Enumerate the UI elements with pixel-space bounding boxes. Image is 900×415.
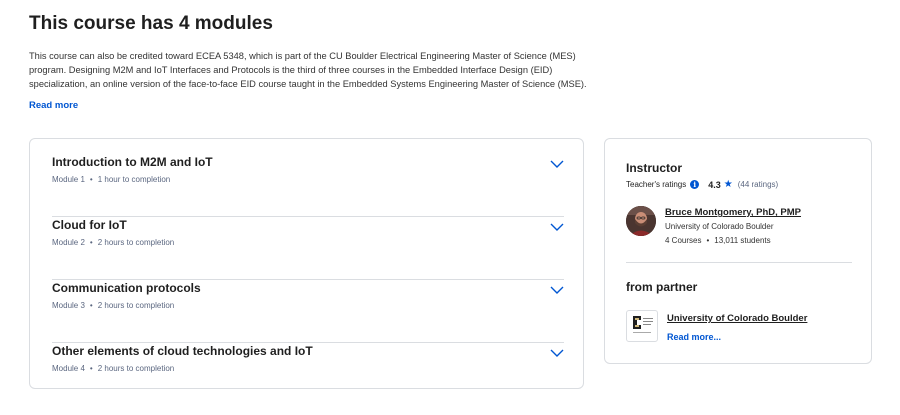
instructor-avatar[interactable] <box>626 206 656 236</box>
module-item-1[interactable]: Introduction to M2M and IoT Module 1 • 1 h… <box>52 155 564 217</box>
partner-logo[interactable] <box>626 310 658 342</box>
module-title: Introduction to M2M and IoT <box>52 155 213 169</box>
instructor-card: Instructor Teacher's ratings i 4.3 ★ (44… <box>604 138 872 364</box>
rating-value: 4.3 <box>708 179 721 190</box>
divider <box>626 262 852 263</box>
instructor-courses: 4 Courses <box>665 236 702 245</box>
module-number: Module 1 <box>52 175 85 184</box>
module-meta: Module 4 • 2 hours to completion <box>52 364 174 373</box>
university-logo-icon <box>633 316 653 333</box>
meta-separator: • <box>89 364 93 373</box>
partner-name-link[interactable]: University of Colorado Boulder <box>667 313 807 324</box>
meta-separator: • <box>89 238 93 247</box>
star-icon: ★ <box>723 179 733 190</box>
module-title: Other elements of cloud technologies and… <box>52 344 313 358</box>
module-duration: 2 hours to completion <box>97 301 175 310</box>
modules-heading: This course has 4 modules <box>29 13 273 34</box>
instructor-students: 13,011 students <box>714 236 771 245</box>
teacher-ratings: Teacher's ratings i 4.3 ★ (44 ratings) <box>626 179 778 190</box>
module-item-2[interactable]: Cloud for IoT Module 2 • 2 hours to comple… <box>52 218 564 280</box>
module-duration: 1 hour to completion <box>97 175 171 184</box>
chevron-down-icon[interactable] <box>550 222 564 232</box>
module-number: Module 4 <box>52 364 85 373</box>
module-meta: Module 3 • 2 hours to completion <box>52 301 174 310</box>
ratings-label: Teacher's ratings <box>626 180 687 189</box>
module-title: Cloud for IoT <box>52 218 127 232</box>
instructor-photo <box>626 206 656 236</box>
instructor-heading: Instructor <box>626 161 683 175</box>
module-meta: Module 2 • 2 hours to completion <box>52 238 174 247</box>
module-item-3[interactable]: Communication protocols Module 3 • 2 hours… <box>52 281 564 343</box>
instructor-stats: 4 Courses • 13,011 students <box>665 236 771 245</box>
module-title: Communication protocols <box>52 281 201 295</box>
meta-separator: • <box>89 301 93 310</box>
partner-heading: from partner <box>626 280 698 294</box>
partner-read-more-link[interactable]: Read more... <box>667 332 721 342</box>
info-icon[interactable]: i <box>690 180 700 189</box>
instructor-name-link[interactable]: Bruce Montgomery, PhD, PMP <box>665 207 801 218</box>
module-item-4[interactable]: Other elements of cloud technologies and… <box>52 344 564 406</box>
instructor-organization: University of Colorado Boulder <box>665 222 774 231</box>
rating-count: (44 ratings) <box>737 180 779 189</box>
module-duration: 2 hours to completion <box>97 364 175 373</box>
stats-separator: • <box>706 236 710 245</box>
module-number: Module 3 <box>52 301 85 310</box>
module-meta: Module 1 • 1 hour to completion <box>52 175 170 184</box>
module-duration: 2 hours to completion <box>97 238 175 247</box>
chevron-down-icon[interactable] <box>550 285 564 295</box>
chevron-down-icon[interactable] <box>550 159 564 169</box>
read-more-link[interactable]: Read more <box>29 100 78 111</box>
meta-separator: • <box>89 175 93 184</box>
module-number: Module 2 <box>52 238 85 247</box>
chevron-down-icon[interactable] <box>550 348 564 358</box>
course-description: This course can also be credited toward … <box>29 51 587 89</box>
modules-list: Introduction to M2M and IoT Module 1 • 1 h… <box>29 138 584 389</box>
